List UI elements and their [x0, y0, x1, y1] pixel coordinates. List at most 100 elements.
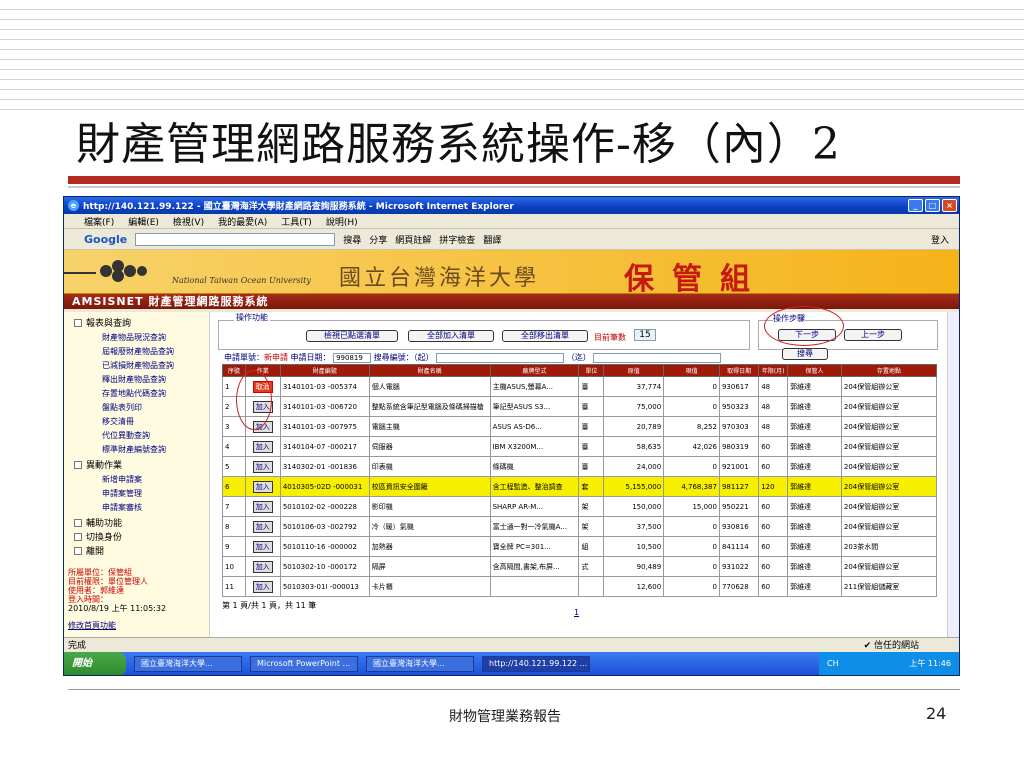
sidebar-item-location-query[interactable]: 存置地點代碼查詢 [74, 388, 209, 399]
search-from-input[interactable] [436, 352, 565, 363]
table-cell-name: 校區資訊安全圍籬 [368, 476, 491, 497]
sidebar-item-request-review[interactable]: 申請案審核 [74, 502, 209, 513]
toolbar-share[interactable]: 分享 [369, 233, 387, 246]
table-cell-unit: 組 [578, 536, 605, 557]
ie-window: e http://140.121.99.122 - 國立臺灣海洋大學財產網路查詢… [63, 196, 960, 676]
sidebar-item-handover[interactable]: 移交清冊 [74, 416, 209, 427]
table-cell-unit: 臺 [578, 436, 605, 457]
add-button[interactable]: 加入 [252, 460, 273, 473]
table-cell-cur: 42,026 [663, 436, 720, 457]
toolbar-search[interactable]: 搜尋 [343, 233, 361, 246]
table-cell-code: 5010110-16 -000002 [279, 536, 370, 557]
page-info: 第 1 頁/共 1 頁，共 11 筆 1 [222, 600, 579, 617]
add-button[interactable]: 加入 [252, 520, 273, 533]
menu-edit[interactable]: 編輯(E) [128, 215, 159, 228]
table-cell-name: 個人電腦 [368, 376, 491, 397]
slide-footer: 財物管理業務報告 [449, 709, 561, 725]
language-indicator[interactable]: CH [827, 659, 839, 668]
minimize-button[interactable]: _ [908, 199, 923, 212]
col-header: 財產名稱 [368, 364, 491, 377]
menu-view[interactable]: 檢視(V) [173, 215, 204, 228]
edit-homepage-link[interactable]: 修改首頁功能 [68, 620, 116, 631]
table-row: 2 加入 3140101-03 -006720 整點系統含筆記型電腦及條碼掃描槍 筆記型… [222, 396, 938, 417]
view-selected-button[interactable]: 檢視已點選清單 [306, 330, 398, 342]
table-cell-loc: 204保管組辦公室 [840, 556, 938, 577]
sidebar-item-reduced-query[interactable]: 已減損財產物品查詢 [74, 360, 209, 371]
sidebar-item-status-query[interactable]: 財產物品現況查詢 [74, 332, 209, 343]
table-cell-no: 4 [222, 436, 246, 457]
add-button[interactable]: 加入 [252, 540, 273, 553]
table-cell-action: 加入 [244, 456, 281, 477]
add-button[interactable]: 加入 [252, 580, 273, 593]
menu-file[interactable]: 檔案(F) [84, 215, 114, 228]
toolbar-login[interactable]: 登入 [931, 233, 949, 246]
table-cell-name: 整點系統含筆記型電腦及條碼掃描槍 [368, 396, 491, 417]
add-button[interactable]: 加入 [252, 480, 273, 493]
sidebar-item-change-query[interactable]: 代位異動查詢 [74, 430, 209, 441]
col-header: 取得日期 [718, 364, 760, 377]
table-cell-loc: 204保管組辦公室 [840, 516, 938, 537]
close-button[interactable]: × [942, 199, 957, 212]
add-button[interactable]: 加入 [252, 500, 273, 513]
sidebar-section-label: 離開 [86, 547, 105, 557]
sidebar-section-aux[interactable]: 輔助功能 [74, 516, 209, 529]
taskbar-task[interactable]: Microsoft PowerPoint ... [250, 656, 358, 672]
sidebar-section-exit[interactable]: 離開 [74, 544, 209, 557]
taskbar-task-active[interactable]: http://140.121.99.122 ... [482, 656, 590, 672]
add-button[interactable]: 加入 [252, 560, 273, 573]
table-cell-code: 4010305-02D -000031 [279, 476, 370, 497]
table-cell-keeper: 郭維達 [787, 556, 842, 577]
table-cell-keeper: 郭維達 [787, 516, 842, 537]
sidebar-item-new-request[interactable]: 新增申請案 [74, 474, 209, 485]
table-cell-unit: 臺 [578, 376, 605, 397]
table-header-row: 序號 作業 財產編號 財產名稱 廠牌型式 單位 原值 現值 取得日期 年限(月)… [222, 364, 938, 377]
table-cell-orig: 5,155,000 [603, 476, 665, 497]
maximize-button[interactable]: □ [925, 199, 940, 212]
table-cell-keeper: 郭維達 [787, 476, 842, 497]
sidebar-item-request-manage[interactable]: 申請案管理 [74, 488, 209, 499]
table-cell-date: 950221 [718, 496, 760, 517]
add-button[interactable]: 加入 [252, 440, 273, 453]
toolbar-translate[interactable]: 翻譯 [483, 233, 501, 246]
table-cell-cur: 0 [663, 536, 720, 557]
table-body: 1 取消 3140101-03 -005374 個人電腦 主機ASUS,螢幕A... 臺 3… [222, 376, 938, 597]
table-cell-no: 6 [222, 476, 246, 497]
table-cell-life: 60 [758, 516, 789, 537]
sidebar-item-standard-code[interactable]: 標準財產編號查詢 [74, 444, 209, 455]
table-cell-code: 5010106-03 -002792 [279, 516, 370, 537]
menu-tools[interactable]: 工具(T) [281, 215, 312, 228]
google-search-input[interactable] [135, 232, 336, 246]
table-cell-loc: 204保管組辦公室 [840, 396, 938, 417]
toolbar-notes[interactable]: 網頁註解 [395, 233, 431, 246]
table-cell-cur: 0 [663, 556, 720, 577]
table-cell-unit: 臺 [578, 456, 605, 477]
pager-link[interactable]: 1 [574, 608, 579, 617]
sidebar-section-switch-role[interactable]: 切換身份 [74, 530, 209, 543]
table-cell-code: 3140101-03 -006720 [279, 396, 370, 417]
sidebar-section-reports[interactable]: 報表與查詢 [74, 316, 209, 329]
taskbar-task[interactable]: 國立臺灣海洋大學... [366, 656, 474, 672]
vertical-scrollbar[interactable] [947, 312, 959, 638]
table-cell-orig: 150,000 [603, 496, 665, 517]
banner-line [64, 272, 96, 274]
taskbar-task[interactable]: 國立臺灣海洋大學... [134, 656, 242, 672]
sidebar-item-released-query[interactable]: 釋出財產物品查詢 [74, 374, 209, 385]
prev-step-button[interactable]: 上一步 [844, 329, 902, 341]
menu-favorites[interactable]: 我的最愛(A) [218, 215, 267, 228]
sidebar-item-scrap-query[interactable]: 屆報廢財產物品查詢 [74, 346, 209, 357]
sidebar-section-changes[interactable]: 異動作業 [74, 458, 209, 471]
sidebar-item-inventory-print[interactable]: 盤點表列印 [74, 402, 209, 413]
table-row: 3 加入 3140101-03 -007975 電腦主機 ASUS AS-D6... 臺 2… [222, 416, 938, 437]
menu-help[interactable]: 說明(H) [326, 215, 358, 228]
remove-all-button[interactable]: 全部移出清單 [502, 330, 588, 342]
search-button[interactable]: 搜尋 [782, 348, 828, 360]
request-date-input[interactable]: 990819 [333, 352, 372, 363]
search-code-label: 搜尋編號：（起） [373, 353, 434, 362]
start-button[interactable]: 開始 [64, 652, 126, 675]
toolbar-spellcheck[interactable]: 拼字檢查 [439, 233, 475, 246]
table-cell-date: 950323 [718, 396, 760, 417]
add-all-button[interactable]: 全部加入清單 [408, 330, 494, 342]
search-to-input[interactable] [593, 352, 722, 363]
table-cell-life: 120 [758, 476, 789, 497]
table-cell-loc: 204保管組辦公室 [840, 376, 938, 397]
